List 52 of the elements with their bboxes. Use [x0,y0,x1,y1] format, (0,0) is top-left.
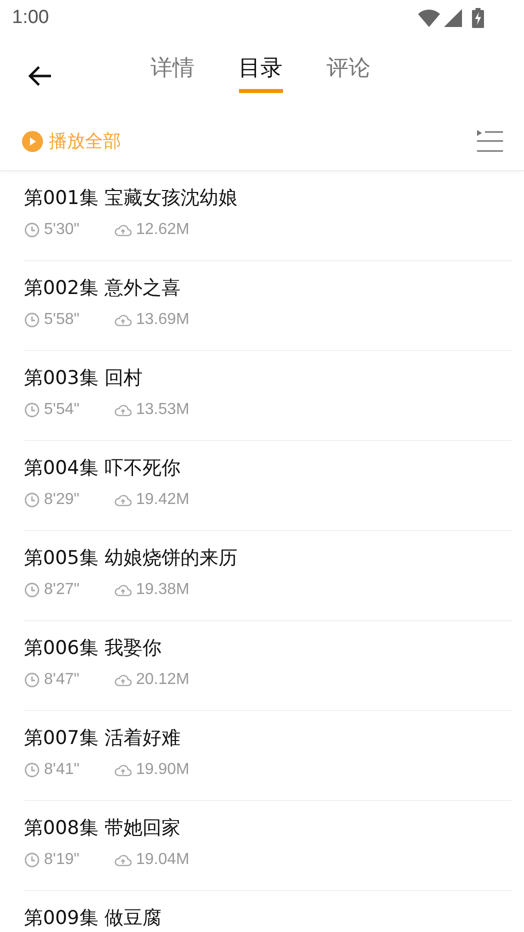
duration-text: 5'58" [44,311,80,329]
size-text: 19.90M [136,761,190,779]
episode-title: 第009集 做豆腐 [24,907,162,929]
size-text: 13.53M [136,401,190,419]
duration-text: 8'29" [44,491,80,509]
cloud-upload-icon [114,493,132,507]
duration-text: 8'27" [44,581,80,599]
episode-title: 第008集 带她回家 [24,817,180,839]
episode-title: 第007集 活着好难 [24,727,180,749]
duration-text: 5'30" [44,221,80,239]
play-icon [22,130,43,152]
duration-text: 8'47" [44,671,80,689]
clock-icon [24,222,40,238]
clock-icon [24,312,40,328]
episode-title: 第006集 我娶你 [24,637,162,659]
episode-title: 第002集 意外之喜 [24,277,180,299]
size-text: 13.69M [136,311,190,329]
cloud-upload-icon [114,853,132,867]
cloud-upload-icon [114,223,132,237]
duration-text: 5'54" [44,401,80,419]
tab[interactable]: 详情 [150,55,194,93]
clock-icon [24,402,40,418]
duration-text: 8'19" [44,851,80,869]
episode-title: 第004集 吓不死你 [24,457,180,479]
signal-icon [444,9,462,27]
wifi-icon [418,9,440,27]
status-time: 1:00 [12,7,49,29]
playlist-icon [476,129,504,153]
cloud-upload-icon [114,403,132,417]
tab[interactable]: 目录 [238,55,282,93]
battery-icon [472,8,484,28]
size-text: 19.38M [136,581,190,599]
size-text: 19.42M [136,491,190,509]
size-text: 12.62M [136,221,190,239]
cloud-upload-icon [114,313,132,327]
size-text: 20.12M [136,671,190,689]
back-arrow-icon [28,65,52,87]
size-text: 19.04M [136,851,190,869]
tab[interactable]: 评论 [326,55,370,93]
duration-text: 8'41" [44,761,80,779]
cloud-upload-icon [114,673,132,687]
clock-icon [24,672,40,688]
cloud-upload-icon [114,763,132,777]
clock-icon [24,582,40,598]
playlist-button[interactable] [476,129,504,153]
episode-title: 第001集 宝藏女孩沈幼娘 [24,187,238,209]
clock-icon [24,762,40,778]
episode-title: 第003集 回村 [24,367,142,389]
episode-title: 第005集 幼娘烧饼的来历 [24,547,238,569]
clock-icon [24,492,40,508]
clock-icon [24,852,40,868]
cloud-upload-icon [114,583,132,597]
